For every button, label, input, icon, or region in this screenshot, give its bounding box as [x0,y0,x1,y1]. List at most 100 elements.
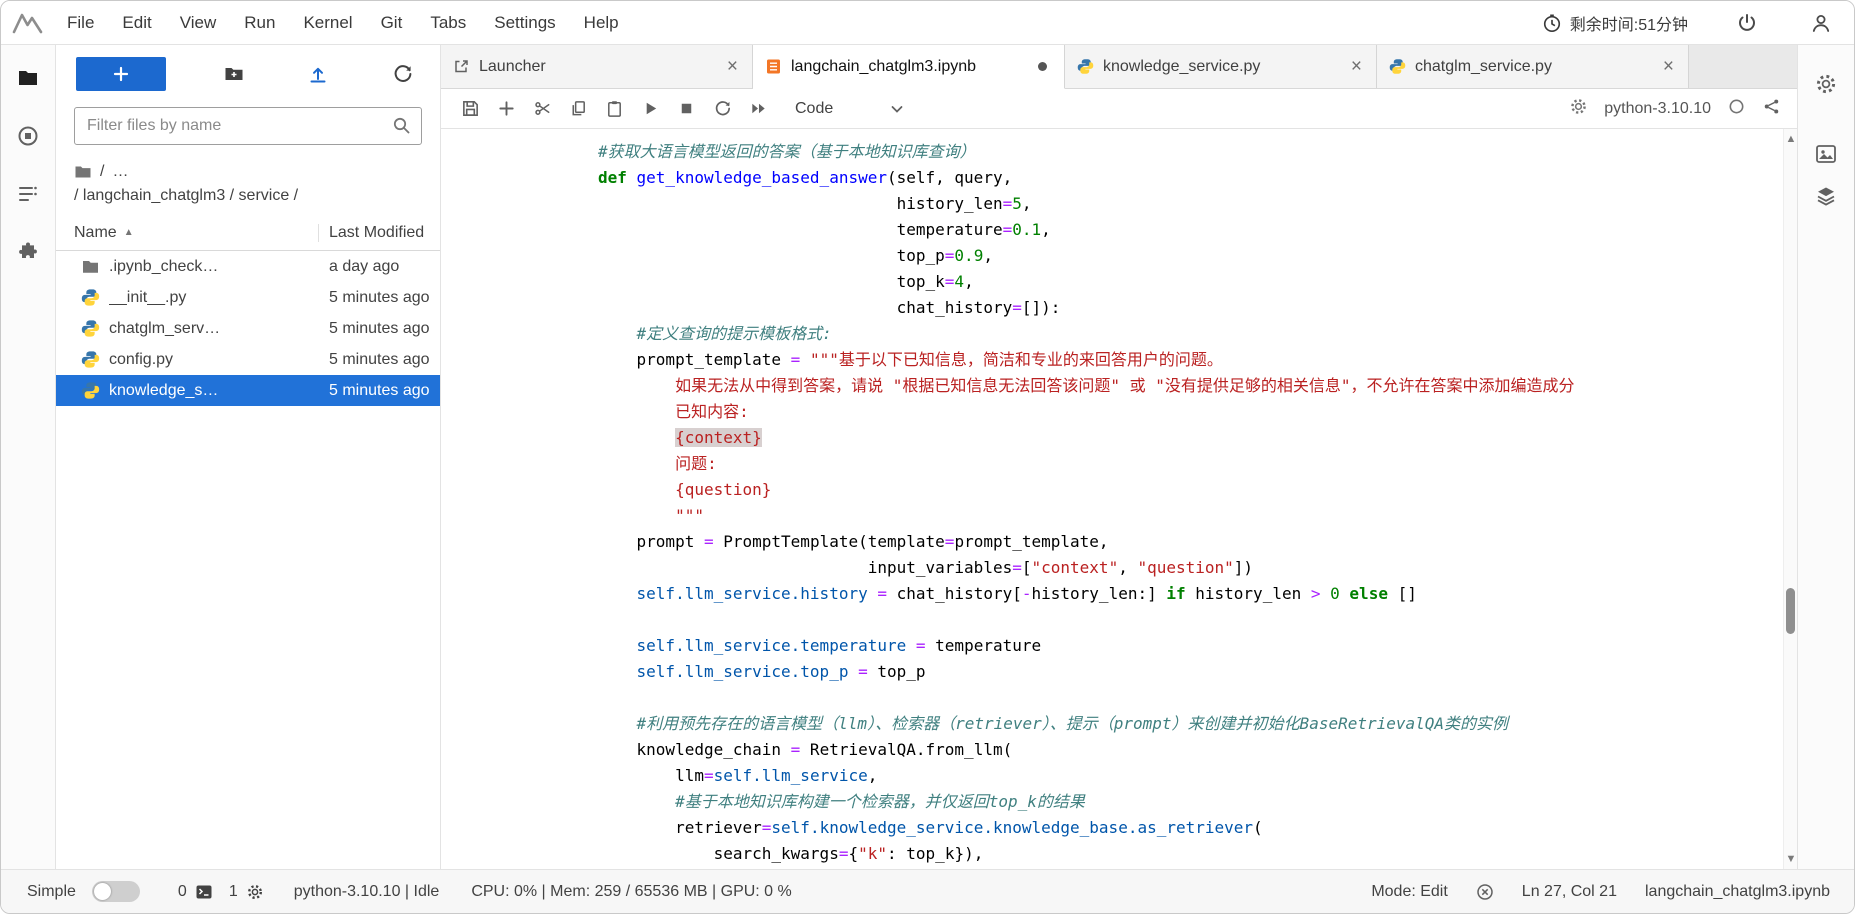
tab[interactable]: chatglm_service.py × [1377,45,1689,88]
breadcrumb-path[interactable]: / langchain_chatglm3 / service / [74,187,422,205]
code-line[interactable]: history_len=5, [598,191,1783,217]
code-line[interactable] [598,607,1783,633]
restart-kernel-button[interactable] [707,95,737,123]
menu-item-tabs[interactable]: Tabs [416,1,480,45]
code-line[interactable]: 已知内容: [598,399,1783,425]
code-line[interactable]: top_k=4, [598,269,1783,295]
file-row[interactable]: config.py 5 minutes ago [56,344,440,375]
menu-item-edit[interactable]: Edit [108,1,165,45]
scrollbar-thumb[interactable] [1786,588,1795,634]
interrupt-kernel-button[interactable] [671,95,701,123]
code-line[interactable]: input_variables=["context", "question"]) [598,555,1783,581]
add-cell-button[interactable] [491,95,521,123]
code-line[interactable]: #获取大语言模型返回的答案（基于本地知识库查询） [598,139,1783,165]
paste-cells-button[interactable] [599,95,629,123]
code-line[interactable]: 如果无法从中得到答案，请说 "根据已知信息无法回答该问题" 或 "没有提供足够的… [598,373,1783,399]
notebook-editor[interactable]: #获取大语言模型返回的答案（基于本地知识库查询）def get_knowledg… [441,129,1797,869]
refresh-button[interactable] [386,57,420,91]
home-folder-icon[interactable] [74,163,92,181]
sidebar-tab-toc[interactable] [13,179,43,209]
menu-item-git[interactable]: Git [367,1,417,45]
menu-item-file[interactable]: File [53,1,108,45]
breadcrumb-ellipsis[interactable]: … [112,163,128,181]
property-inspector-tab[interactable] [1811,139,1841,169]
kernel-status[interactable]: python-3.10.10 | Idle [294,883,440,901]
kernel-name[interactable]: python-3.10.10 [1604,100,1711,118]
editor-scrollbar[interactable]: ▲ ▼ [1783,129,1797,869]
tab[interactable]: knowledge_service.py × [1065,45,1377,88]
code-line[interactable]: retriever=self.knowledge_service.knowled… [598,815,1783,841]
tab-label: Launcher [479,58,723,76]
code-line[interactable]: def get_knowledge_based_answer(self, que… [598,165,1783,191]
tab-close-icon[interactable]: × [1659,56,1678,78]
file-row[interactable]: knowledge_s… 5 minutes ago [56,375,440,406]
code-line[interactable]: self.llm_service.temperature = temperatu… [598,633,1783,659]
code-line[interactable]: #基于本地知识库构建一个检索器，并仅返回top_k的结果 [598,789,1783,815]
upload-button[interactable] [301,57,335,91]
tab[interactable]: Launcher × [441,45,753,88]
scroll-down-arrow[interactable]: ▼ [1784,851,1797,867]
scroll-up-arrow[interactable]: ▲ [1784,131,1797,147]
tab-label: langchain_chatglm3.ipynb [791,58,1031,76]
tab[interactable]: langchain_chatglm3.ipynb [753,45,1065,89]
code-line[interactable]: 问题: [598,451,1783,477]
menu-item-help[interactable]: Help [570,1,633,45]
new-folder-button[interactable] [217,57,251,91]
file-row[interactable]: .ipynb_check… a day ago [56,251,440,282]
notifications-icon[interactable] [1476,883,1494,901]
simple-mode-toggle[interactable] [92,881,140,902]
code-line[interactable]: self.llm_service.top_p = top_p [598,659,1783,685]
code-line[interactable]: search_kwargs={"k": top_k}), [598,841,1783,867]
code-line[interactable]: {question} [598,477,1783,503]
sidebar-tab-files[interactable] [13,63,43,93]
code-line[interactable]: top_p=0.9, [598,243,1783,269]
menu-item-settings[interactable]: Settings [480,1,569,45]
code-line[interactable]: """ [598,503,1783,529]
shutdown-button[interactable] [1732,8,1762,38]
code-line[interactable]: #定义查询的提示模板格式: [598,321,1783,347]
cut-cells-button[interactable] [527,95,557,123]
layers-tab[interactable] [1811,181,1841,211]
terminals-count[interactable]: 0 [178,883,213,901]
code-line[interactable]: chat_history=[]): [598,295,1783,321]
python-icon [1077,58,1094,75]
new-launcher-button[interactable] [76,57,166,91]
copy-cells-button[interactable] [563,95,593,123]
cell-type-dropdown[interactable]: Code [795,100,905,118]
column-header-name[interactable]: Name ▲ [56,224,318,242]
sidebar-tab-running[interactable] [13,121,43,151]
code-line[interactable]: self.llm_service.history = chat_history[… [598,581,1783,607]
code-line[interactable]: prompt = PromptTemplate(template=prompt_… [598,529,1783,555]
settings-button[interactable] [1811,69,1841,99]
file-row[interactable]: __init__.py 5 minutes ago [56,282,440,313]
file-row[interactable]: chatglm_serv… 5 minutes ago [56,313,440,344]
share-button[interactable] [1762,97,1781,121]
menu-item-view[interactable]: View [166,1,231,45]
kernel-settings-button[interactable] [1569,97,1588,121]
kernels-count[interactable]: 1 [229,883,264,901]
tab-dirty-dot[interactable] [1038,62,1047,71]
tab-close-icon[interactable]: × [723,56,742,78]
code-line[interactable]: #利用预先存在的语言模型（llm）、检索器（retriever）、提示（prom… [598,711,1783,737]
menu-item-run[interactable]: Run [230,1,289,45]
cursor-position[interactable]: Ln 27, Col 21 [1522,883,1617,901]
restart-run-all-button[interactable] [743,95,773,123]
user-menu-button[interactable] [1806,8,1836,38]
editor-mode[interactable]: Mode: Edit [1371,883,1447,901]
breadcrumb-root[interactable]: / [100,163,104,181]
file-name: chatglm_serv… [109,320,284,338]
tab-close-icon[interactable]: × [1347,56,1366,78]
kernel-status-indicator[interactable] [1727,97,1746,121]
file-filter-input[interactable] [74,107,422,145]
save-button[interactable] [455,95,485,123]
code-line[interactable]: knowledge_chain = RetrievalQA.from_llm( [598,737,1783,763]
code-line[interactable] [598,685,1783,711]
menu-item-kernel[interactable]: Kernel [289,1,366,45]
run-cell-button[interactable] [635,95,665,123]
code-line[interactable]: prompt_template = """基于以下已知信息，简洁和专业的来回答用… [598,347,1783,373]
code-line[interactable]: {context} [598,425,1783,451]
code-line[interactable]: llm=self.llm_service, [598,763,1783,789]
code-line[interactable]: temperature=0.1, [598,217,1783,243]
column-header-modified[interactable]: Last Modified [318,224,440,242]
sidebar-tab-extensions[interactable] [13,237,43,267]
